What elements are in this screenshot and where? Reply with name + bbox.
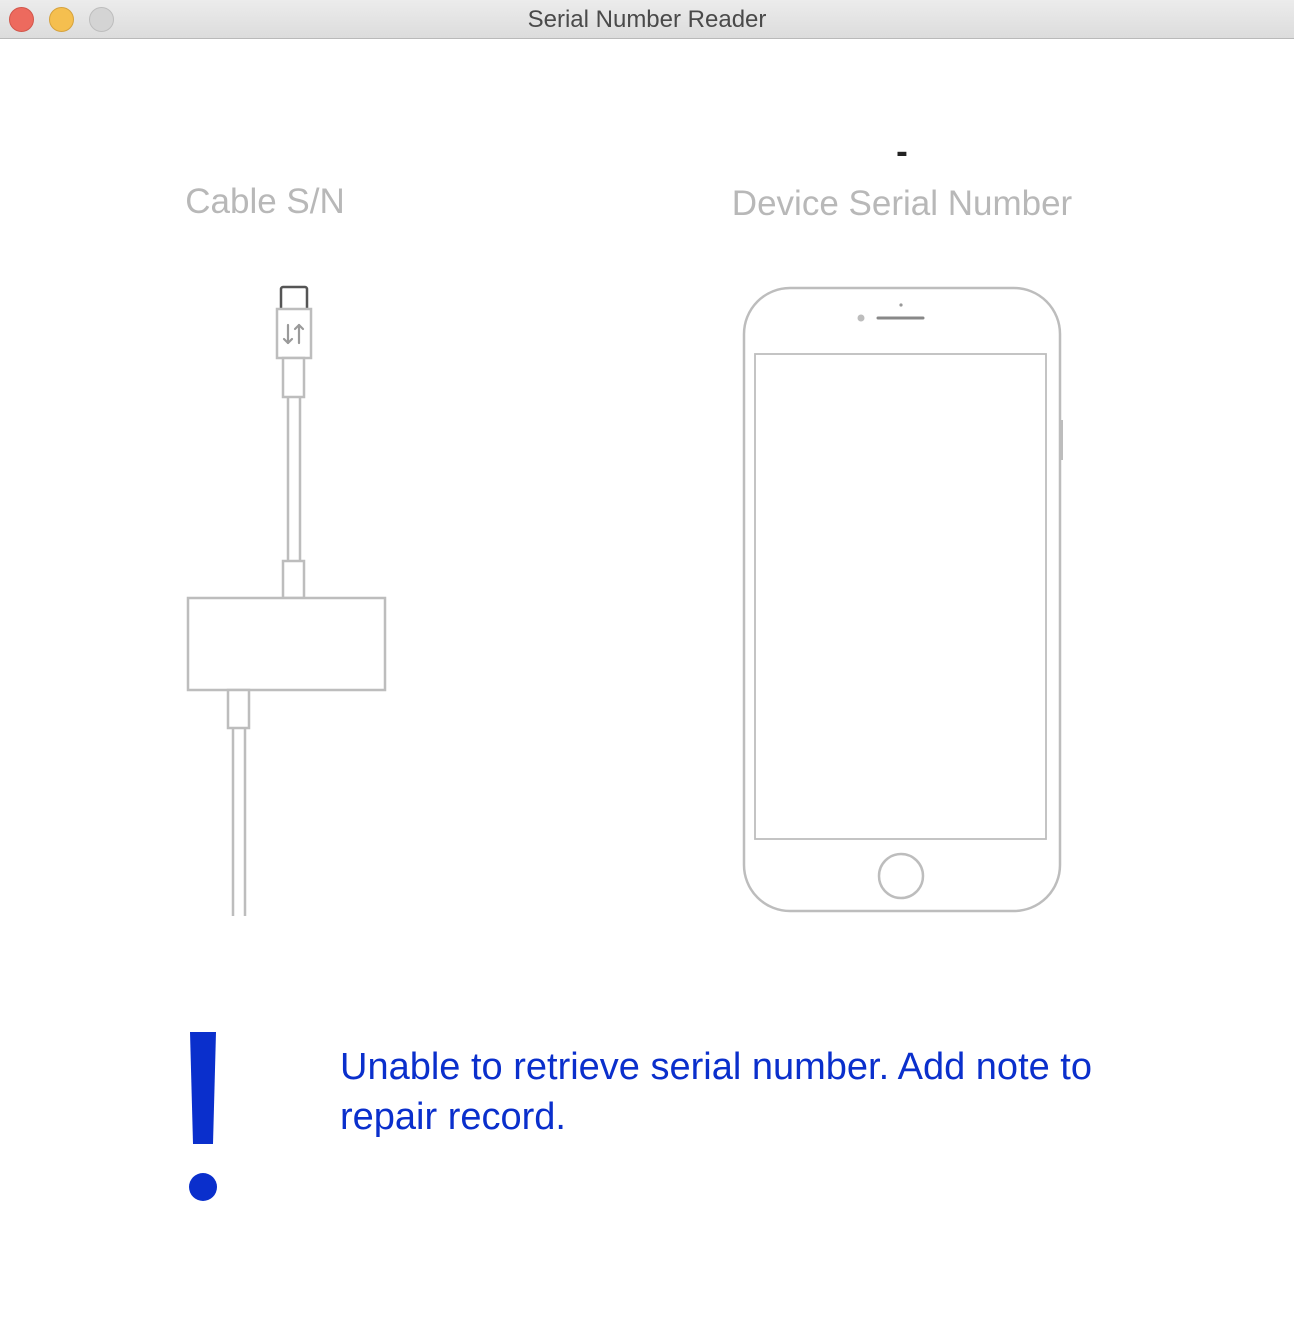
usb-c-adapter-icon bbox=[186, 285, 387, 916]
serial-number-reader-window: Serial Number Reader Cable S/N - Device … bbox=[0, 0, 1294, 1318]
cable-sn-label: Cable S/N bbox=[185, 182, 345, 221]
error-message: Unable to retrieve serial number. Add no… bbox=[340, 1046, 1093, 1138]
iphone-outline-icon bbox=[742, 286, 1063, 913]
window-title: Serial Number Reader bbox=[527, 6, 767, 33]
device-serial-value: - bbox=[896, 132, 908, 171]
exclamation-icon bbox=[189, 1032, 217, 1201]
device-serial-label: Device Serial Number bbox=[731, 184, 1073, 223]
title-bar[interactable]: Serial Number Reader bbox=[0, 0, 1294, 39]
